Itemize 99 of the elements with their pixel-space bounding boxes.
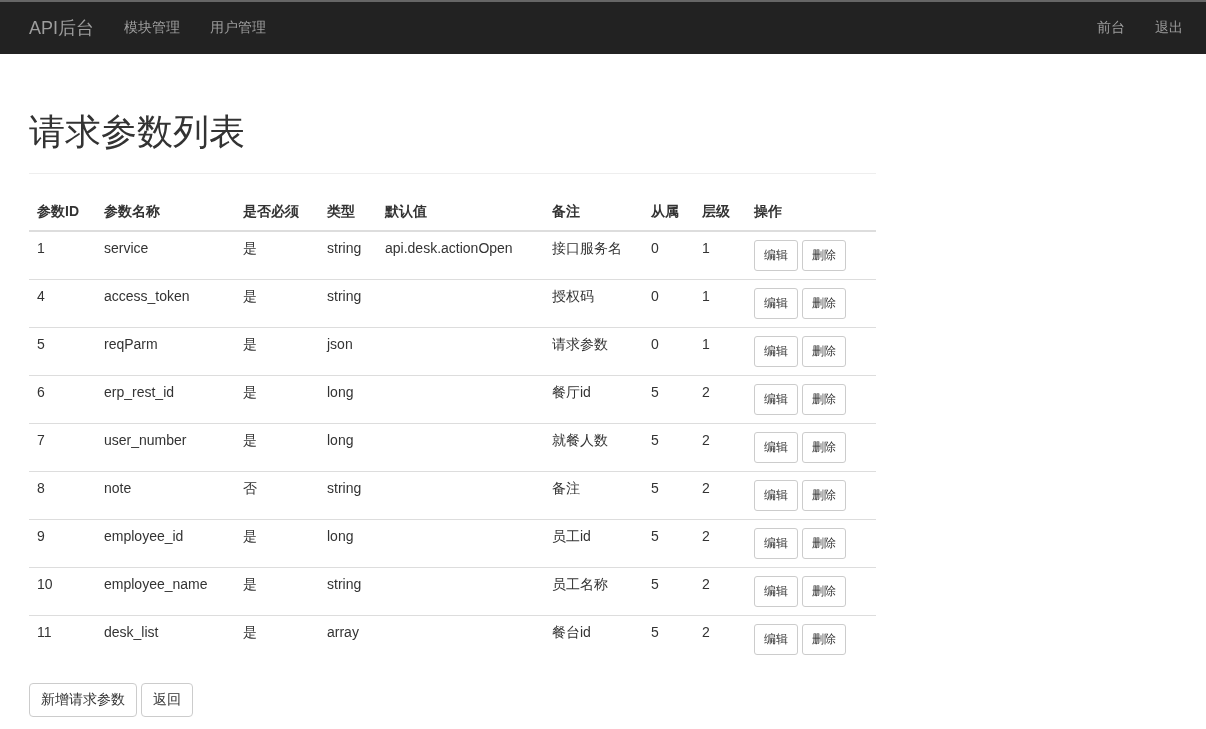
edit-button[interactable]: 编辑 xyxy=(754,576,798,607)
parent-cell: 5 xyxy=(651,432,659,448)
column-header: 类型 xyxy=(319,194,377,231)
name-cell: user_number xyxy=(104,432,187,448)
level-cell: 2 xyxy=(702,528,710,544)
delete-button[interactable]: 删除 xyxy=(802,576,846,607)
note-cell: 授权码 xyxy=(552,288,594,304)
column-header: 参数名称 xyxy=(96,194,235,231)
edit-button[interactable]: 编辑 xyxy=(754,528,798,559)
type-cell: string xyxy=(327,288,362,304)
type-cell: string xyxy=(327,240,362,256)
parent-cell: 0 xyxy=(651,336,659,352)
level-cell: 1 xyxy=(702,288,710,304)
type-cell: long xyxy=(327,432,354,448)
id-cell: 8 xyxy=(37,480,45,496)
type-cell: array xyxy=(327,624,359,640)
note-cell: 员工名称 xyxy=(552,576,608,592)
required-cell: 是 xyxy=(243,624,257,640)
parent-cell: 5 xyxy=(651,384,659,400)
back-button[interactable]: 返回 xyxy=(141,683,193,717)
column-header: 从属 xyxy=(643,194,694,231)
level-cell: 1 xyxy=(702,336,710,352)
delete-button[interactable]: 删除 xyxy=(802,384,846,415)
name-cell: employee_id xyxy=(104,528,184,544)
nav-link[interactable]: 退出 xyxy=(1155,19,1183,37)
id-cell: 6 xyxy=(37,384,45,400)
delete-button[interactable]: 删除 xyxy=(802,336,846,367)
type-cell: long xyxy=(327,528,354,544)
required-cell: 是 xyxy=(243,336,257,352)
required-cell: 是 xyxy=(243,288,257,304)
parent-cell: 5 xyxy=(651,480,659,496)
required-cell: 是 xyxy=(243,240,257,256)
name-cell: access_token xyxy=(104,288,190,304)
edit-button[interactable]: 编辑 xyxy=(754,432,798,463)
column-header: 备注 xyxy=(544,194,643,231)
id-cell: 5 xyxy=(37,336,45,352)
name-cell: employee_name xyxy=(104,576,208,592)
page-title: 请求参数列表 xyxy=(29,110,246,154)
nav-link[interactable]: 模块管理 xyxy=(124,19,180,37)
note-cell: 请求参数 xyxy=(552,336,608,352)
name-cell: note xyxy=(104,480,132,496)
edit-button[interactable]: 编辑 xyxy=(754,240,798,271)
edit-button[interactable]: 编辑 xyxy=(754,336,798,367)
column-header: 参数ID xyxy=(29,194,96,231)
nav-link[interactable]: 用户管理 xyxy=(210,19,266,37)
level-cell: 1 xyxy=(702,240,710,256)
nav-link[interactable]: 前台 xyxy=(1097,19,1125,37)
parent-cell: 5 xyxy=(651,624,659,640)
required-cell: 是 xyxy=(243,384,257,400)
parent-cell: 5 xyxy=(651,528,659,544)
edit-button[interactable]: 编辑 xyxy=(754,384,798,415)
type-cell: string xyxy=(327,480,362,496)
add-button[interactable]: 新增请求参数 xyxy=(29,683,137,717)
delete-button[interactable]: 删除 xyxy=(802,528,846,559)
type-cell: json xyxy=(327,336,353,352)
edit-button[interactable]: 编辑 xyxy=(754,624,798,655)
default-cell: api.desk.actionOpen xyxy=(385,240,513,256)
column-header: 是否必须 xyxy=(235,194,319,231)
column-header: 层级 xyxy=(694,194,746,231)
note-cell: 接口服务名 xyxy=(552,240,622,256)
name-cell: reqParm xyxy=(104,336,158,352)
required-cell: 否 xyxy=(243,480,257,496)
note-cell: 餐台id xyxy=(552,624,591,640)
delete-button[interactable]: 删除 xyxy=(802,624,846,655)
required-cell: 是 xyxy=(243,432,257,448)
parent-cell: 0 xyxy=(651,288,659,304)
level-cell: 2 xyxy=(702,576,710,592)
id-cell: 11 xyxy=(37,624,52,640)
required-cell: 是 xyxy=(243,576,257,592)
note-cell: 备注 xyxy=(552,480,580,496)
id-cell: 10 xyxy=(37,576,53,592)
type-cell: string xyxy=(327,576,362,592)
edit-button[interactable]: 编辑 xyxy=(754,480,798,511)
level-cell: 2 xyxy=(702,432,710,448)
level-cell: 2 xyxy=(702,384,710,400)
delete-button[interactable]: 删除 xyxy=(802,288,846,319)
level-cell: 2 xyxy=(702,624,710,640)
delete-button[interactable]: 删除 xyxy=(802,240,846,271)
delete-button[interactable]: 删除 xyxy=(802,480,846,511)
required-cell: 是 xyxy=(243,528,257,544)
type-cell: long xyxy=(327,384,354,400)
delete-button[interactable]: 删除 xyxy=(802,432,846,463)
name-cell: desk_list xyxy=(104,624,159,640)
note-cell: 员工id xyxy=(552,528,591,544)
level-cell: 2 xyxy=(702,480,710,496)
column-header: 默认值 xyxy=(377,194,544,231)
edit-button[interactable]: 编辑 xyxy=(754,288,798,319)
id-cell: 1 xyxy=(37,240,45,256)
name-cell: erp_rest_id xyxy=(104,384,175,400)
parent-cell: 0 xyxy=(651,240,659,256)
id-cell: 4 xyxy=(37,288,45,304)
brand-link[interactable]: API后台 xyxy=(29,16,94,40)
id-cell: 7 xyxy=(37,432,45,448)
parent-cell: 5 xyxy=(651,576,659,592)
note-cell: 就餐人数 xyxy=(552,432,608,448)
name-cell: service xyxy=(104,240,149,256)
note-cell: 餐厅id xyxy=(552,384,591,400)
column-header: 操作 xyxy=(746,194,876,231)
id-cell: 9 xyxy=(37,528,45,544)
